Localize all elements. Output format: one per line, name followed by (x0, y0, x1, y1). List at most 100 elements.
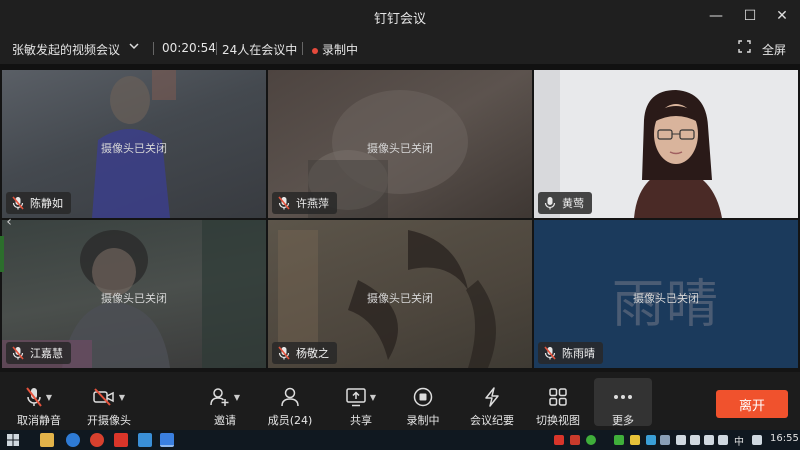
participant-nametag: 陈雨晴 (538, 342, 603, 364)
close-button[interactable]: ✕ (770, 4, 794, 28)
network-icon[interactable] (690, 435, 700, 445)
chevron-down-icon[interactable] (128, 40, 140, 55)
muted-mic-icon (12, 346, 24, 360)
participant-nametag: 杨敬之 (272, 342, 337, 364)
participant-status[interactable]: 24人在会议中 (222, 41, 297, 58)
muted-mic-icon (26, 387, 42, 407)
members-button[interactable]: 成员(24) (264, 372, 316, 430)
share-button[interactable]: ▼ 共享 (336, 372, 386, 430)
participant-nametag: 黄莺 (538, 192, 592, 214)
window-title: 钉钉会议 (373, 12, 426, 27)
tray-security-icon[interactable] (614, 435, 624, 445)
participant-nametag: 江嘉慧 (6, 342, 71, 364)
meeting-info-bar: 张敏发起的视频会议 00:20:54 24人在会议中 录制中 全屏 (0, 32, 800, 64)
keyboard-icon[interactable] (752, 435, 762, 445)
invite-label: 邀请 (214, 414, 236, 427)
tray-app-icon[interactable] (676, 435, 686, 445)
recording-button[interactable]: 录制中 (400, 372, 446, 430)
unmute-button[interactable]: ▼ 取消静音 (8, 372, 70, 430)
maximize-button[interactable]: ☐ (738, 4, 762, 28)
tray-app-icon[interactable] (630, 435, 640, 445)
video-tile[interactable]: 黄莺 (534, 70, 798, 218)
tray-app-icon[interactable] (646, 435, 656, 445)
meeting-toolbar: ▼ 取消静音 ▼ 开摄像头 ▼ 邀请 成员(24) ▼ 共享 录制中 会议纪要 … (0, 372, 800, 430)
volume-icon[interactable] (718, 435, 728, 445)
leave-button[interactable]: 离开 (716, 390, 788, 418)
fullscreen-button[interactable]: 全屏 (762, 41, 786, 58)
camera-label: 开摄像头 (87, 414, 131, 427)
switch-view-label: 切换视图 (536, 414, 580, 427)
dingtalk-icon[interactable] (160, 433, 174, 447)
tray-wps-icon[interactable] (570, 435, 580, 445)
minimize-button[interactable]: — (704, 4, 728, 28)
chevron-left-icon[interactable]: ‹ (2, 210, 16, 234)
user-icon (281, 387, 299, 407)
title-bar: 钉钉会议 — ☐ ✕ (0, 0, 800, 32)
record-stop-icon (413, 387, 433, 407)
participant-nametag: 许燕萍 (272, 192, 337, 214)
ie-browser-icon[interactable] (66, 433, 80, 447)
muted-mic-icon (278, 196, 290, 210)
invite-button[interactable]: ▼ 邀请 (200, 372, 250, 430)
wifi-icon[interactable] (704, 435, 714, 445)
participant-name: 黄莺 (562, 197, 584, 210)
os-taskbar: 中 16:55 (0, 430, 800, 450)
windows-start-icon[interactable] (6, 433, 20, 447)
caret-down-icon[interactable]: ▼ (119, 393, 125, 402)
lightning-icon (485, 387, 499, 407)
camera-off-icon (93, 388, 114, 406)
more-button[interactable]: 更多 (598, 372, 648, 430)
caret-down-icon[interactable]: ▼ (370, 393, 376, 402)
share-screen-icon (346, 388, 366, 407)
app-icon[interactable] (138, 433, 152, 447)
recording-status: 录制中 (322, 43, 359, 57)
more-label: 更多 (612, 414, 634, 427)
minutes-button[interactable]: 会议纪要 (464, 372, 520, 430)
video-grid: 摄像头已关闭 陈静如 摄像头已关闭 许燕萍 黄莺 摄像头已关闭 江嘉慧 摄像头已… (0, 70, 800, 372)
wps-icon[interactable] (114, 433, 128, 447)
participant-name: 陈雨晴 (562, 347, 595, 360)
side-panel-handle[interactable] (0, 236, 4, 272)
camera-off-message: 摄像头已关闭 (367, 142, 433, 155)
grid-view-icon (549, 388, 567, 406)
meeting-duration: 00:20:54 (162, 41, 216, 55)
muted-mic-icon (12, 196, 24, 210)
add-user-icon (210, 388, 229, 406)
muted-mic-icon (544, 346, 556, 360)
share-label: 共享 (350, 414, 372, 427)
divider (302, 42, 303, 55)
recording-indicator: 录制中 (312, 41, 358, 58)
chrome-icon[interactable] (90, 433, 104, 447)
video-tile[interactable]: 摄像头已关闭 陈静如 (2, 70, 266, 218)
divider (153, 42, 154, 55)
caret-down-icon[interactable]: ▼ (234, 393, 240, 402)
video-tile[interactable]: 摄像头已关闭 江嘉慧 (2, 220, 266, 368)
mic-icon (544, 197, 556, 210)
participant-name: 许燕萍 (296, 197, 329, 210)
fullscreen-icon[interactable] (738, 40, 751, 56)
more-dots-icon (614, 395, 632, 399)
ime-indicator[interactable]: 中 (734, 433, 744, 448)
file-explorer-icon[interactable] (40, 433, 54, 447)
members-label: 成员(24) (267, 414, 313, 427)
minutes-label: 会议纪要 (470, 414, 514, 427)
video-tile[interactable]: 摄像头已关闭 许燕萍 (268, 70, 532, 218)
clock[interactable]: 16:55 (770, 433, 799, 444)
tray-app-icon[interactable] (660, 435, 670, 445)
muted-mic-icon (278, 346, 290, 360)
video-tile[interactable]: 雨晴 摄像头已关闭 陈雨晴 (534, 220, 798, 368)
camera-off-message: 摄像头已关闭 (101, 292, 167, 305)
switch-view-button[interactable]: 切换视图 (530, 372, 586, 430)
unmute-label: 取消静音 (17, 414, 61, 427)
camera-button[interactable]: ▼ 开摄像头 (78, 372, 140, 430)
tray-wechat-icon[interactable] (586, 435, 596, 445)
video-tile[interactable]: 摄像头已关闭 杨敬之 (268, 220, 532, 368)
camera-off-message: 摄像头已关闭 (633, 292, 699, 305)
camera-off-message: 摄像头已关闭 (101, 142, 167, 155)
divider (216, 42, 217, 55)
tray-app-icon[interactable] (554, 435, 564, 445)
camera-off-message: 摄像头已关闭 (367, 292, 433, 305)
meeting-name[interactable]: 张敏发起的视频会议 (12, 41, 120, 58)
participant-name: 陈静如 (30, 197, 63, 210)
caret-down-icon[interactable]: ▼ (46, 393, 52, 402)
